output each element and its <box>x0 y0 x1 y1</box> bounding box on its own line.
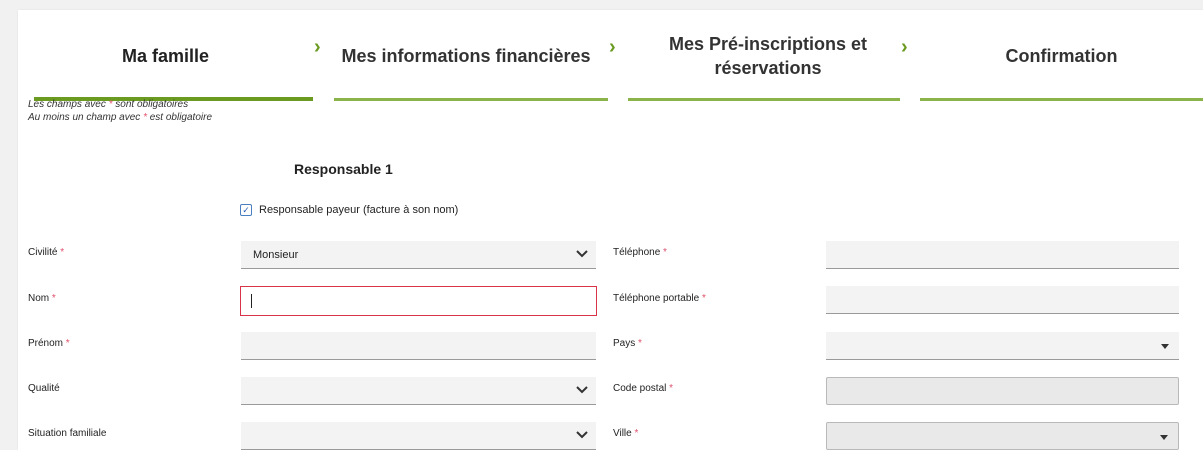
situation-familiale-label: Situation familiale <box>28 428 106 439</box>
required-star: * <box>638 338 642 349</box>
chevron-right-icon: › <box>609 36 616 58</box>
form-card: Ma famille › Mes informations financière… <box>18 10 1203 450</box>
civilite-select[interactable]: Monsieur <box>241 241 596 269</box>
pays-label: Pays * <box>613 338 642 349</box>
label-text: Téléphone portable <box>613 293 700 304</box>
label-text: Situation familiale <box>28 428 107 439</box>
step-label: Confirmation <box>1005 46 1118 66</box>
required-note: Les champs avec * sont obligatoires <box>28 99 188 110</box>
required-star: * <box>663 247 667 258</box>
chevron-right-icon: › <box>314 36 321 58</box>
qualite-select[interactable] <box>241 377 596 405</box>
chevron-down-icon <box>576 431 588 439</box>
step-underline <box>334 98 608 101</box>
required-star: * <box>60 247 65 258</box>
note-text: Au moins un champ avec <box>28 112 144 123</box>
at-least-one-note: Au moins un champ avec * est obligatoire <box>28 112 212 123</box>
ville-dropdown[interactable] <box>826 422 1179 450</box>
code-postal-input[interactable] <box>826 377 1179 405</box>
nom-label: Nom * <box>28 293 56 304</box>
prenom-label: Prénom * <box>28 338 70 349</box>
label-text: Téléphone <box>613 247 661 258</box>
prenom-input[interactable] <box>241 332 596 360</box>
caret-down-icon <box>1161 344 1169 349</box>
step-confirmation[interactable]: Confirmation <box>920 10 1203 102</box>
step-label-line1: Mes Pré-inscriptions et <box>668 34 868 54</box>
telephone-portable-label: Téléphone portable * <box>613 293 706 304</box>
step-label-line2: réservations <box>714 58 822 78</box>
note-text: Les champs avec <box>28 99 109 110</box>
pays-dropdown[interactable] <box>826 332 1179 360</box>
label-text: Civilité <box>28 247 58 258</box>
select-value: Monsieur <box>253 249 299 261</box>
chevron-down-icon <box>576 250 588 258</box>
label-text: Nom <box>28 293 50 304</box>
step-label: Mes Pré-inscriptions et réservations <box>669 32 867 80</box>
chevron-down-icon <box>576 386 588 394</box>
step-informations-financieres[interactable]: Mes informations financières <box>331 10 601 102</box>
required-star: * <box>634 428 639 439</box>
chevron-right-icon: › <box>901 36 908 58</box>
civilite-label: Civilité * <box>28 247 64 258</box>
label-text: Ville <box>613 428 632 439</box>
step-label: Ma famille <box>121 46 210 66</box>
label-text: Code postal <box>613 383 667 394</box>
telephone-portable-input[interactable] <box>826 286 1179 314</box>
payer-checkbox-row[interactable]: ✓ Responsable payeur (facture à son nom) <box>240 204 458 216</box>
payer-checkbox[interactable]: ✓ <box>240 204 252 216</box>
required-star: * <box>65 338 70 349</box>
required-star: * <box>669 383 674 394</box>
ville-label: Ville * <box>613 428 638 439</box>
text-caret <box>251 294 252 308</box>
step-underline <box>628 98 900 101</box>
step-label: Mes informations financières <box>341 46 591 66</box>
step-underline <box>920 98 1203 101</box>
section-title: Responsable 1 <box>294 161 393 177</box>
checkmark-icon: ✓ <box>242 205 250 215</box>
step-preinscriptions-reservations[interactable]: Mes Pré-inscriptions et réservations <box>628 10 908 102</box>
code-postal-label: Code postal * <box>613 383 673 394</box>
telephone-label: Téléphone * <box>613 247 667 258</box>
step-ma-famille[interactable]: Ma famille <box>18 10 313 102</box>
note-text: est obligatoire <box>146 112 213 123</box>
qualite-label: Qualité <box>28 383 60 394</box>
label-text: Pays <box>613 338 636 349</box>
required-star: * <box>51 293 56 304</box>
required-star: * <box>701 293 706 304</box>
label-text: Qualité <box>28 383 60 394</box>
payer-checkbox-label: Responsable payeur (facture à son nom) <box>259 204 459 216</box>
nom-input[interactable] <box>240 286 597 316</box>
note-text: sont obligatoires <box>112 99 189 110</box>
telephone-input[interactable] <box>826 241 1179 269</box>
label-text: Prénom <box>28 338 64 349</box>
situation-familiale-select[interactable] <box>241 422 596 450</box>
